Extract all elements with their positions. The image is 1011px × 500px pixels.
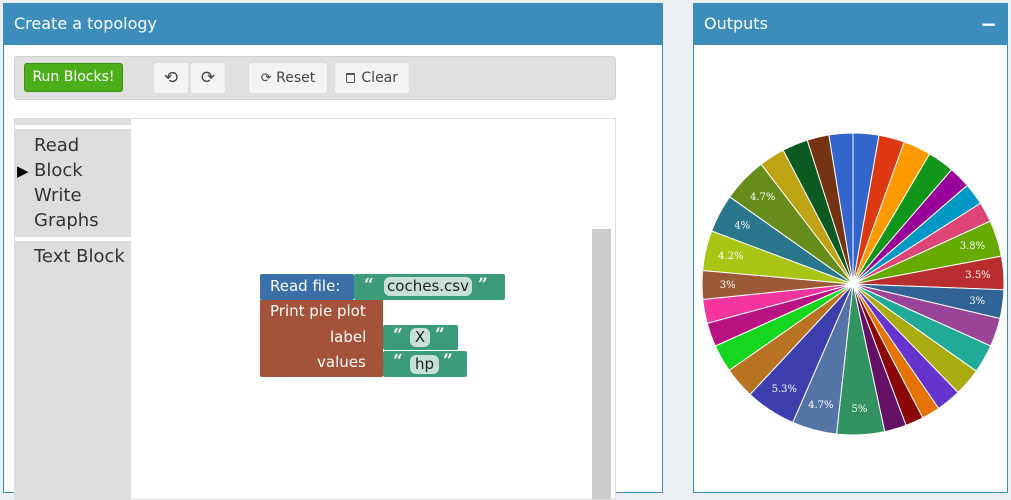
toolbox-item-graphs[interactable]: Graphs	[34, 210, 99, 231]
read-file-block[interactable]: Read file:	[260, 274, 354, 300]
values-value-field[interactable]: hp	[410, 355, 439, 374]
workspace-scrollbar[interactable]	[592, 229, 611, 499]
slice-label: 5%	[851, 404, 867, 415]
read-file-label: Read file:	[270, 277, 341, 295]
collapse-button[interactable]: −	[980, 4, 997, 44]
toolbox-divider	[15, 237, 131, 241]
open-quote-icon: “	[393, 325, 403, 345]
toolbox-item-read[interactable]: Read	[34, 135, 79, 156]
outputs-panel: Outputs − 3.8% 3.5% 3% 5% 4.7% 5.3% 3% 4.2% 4% 4.…	[693, 3, 1008, 493]
blocks-toolbar: Run Blocks! ⟲ ⟳ ⟳ Reset Clear	[14, 56, 616, 100]
reset-label: Reset	[276, 70, 316, 86]
reset-button[interactable]: ⟳ Reset	[248, 62, 328, 94]
undo-icon: ⟲	[163, 68, 179, 88]
refresh-icon: ⟳	[260, 71, 272, 86]
undo-button[interactable]: ⟲	[153, 62, 189, 94]
panel-title: Create a topology	[14, 14, 158, 33]
slice-label: 4.2%	[718, 251, 743, 262]
print-pie-plot-block[interactable]: Print pie plot label values	[260, 300, 383, 377]
trash-icon	[345, 73, 355, 83]
label-input-name: label	[330, 328, 367, 346]
values-string-block[interactable]: “ hp ”	[383, 351, 467, 377]
topology-panel-header: Create a topology	[4, 4, 662, 45]
blockly-workspace[interactable]: Read ▶ Block Write Graphs Text Block Rea…	[14, 118, 616, 500]
toolbox: Read ▶ Block Write Graphs Text Block	[15, 119, 131, 499]
outputs-panel-header: Outputs −	[694, 4, 1007, 45]
toolbox-item-text-block[interactable]: Text Block	[34, 246, 125, 267]
panel-title: Outputs	[704, 14, 768, 33]
clear-label: Clear	[361, 70, 399, 86]
slice-label: 3%	[969, 296, 985, 307]
redo-icon: ⟳	[200, 68, 216, 88]
slice-label: 4%	[734, 220, 750, 231]
values-input-name: values	[317, 353, 366, 371]
slice-label: 4.7%	[750, 192, 775, 203]
run-blocks-button[interactable]: Run Blocks!	[24, 63, 123, 92]
slice-label: 3.8%	[960, 241, 985, 252]
close-quote-icon: ”	[478, 275, 488, 295]
label-string-block[interactable]: “ X ”	[383, 325, 458, 350]
filename-field[interactable]: coches.csv	[384, 277, 472, 296]
toolbox-item-write[interactable]: Write	[34, 185, 82, 206]
label-value-field[interactable]: X	[410, 328, 430, 347]
slice-label: 3%	[720, 280, 736, 291]
toolbox-divider	[15, 125, 131, 129]
pie-plot-title: Print pie plot	[270, 302, 366, 320]
slice-label: 4.7%	[808, 400, 833, 411]
open-quote-icon: “	[393, 351, 403, 371]
slice-label: 3.5%	[965, 270, 990, 281]
expand-arrow-icon: ▶	[17, 162, 29, 180]
redo-button[interactable]: ⟳	[190, 62, 226, 94]
filename-string-block[interactable]: “ coches.csv ”	[354, 274, 505, 300]
toolbox-item-block[interactable]: Block	[34, 160, 83, 181]
close-quote-icon: ”	[435, 325, 445, 345]
open-quote-icon: “	[364, 275, 374, 295]
pie-chart: 3.8% 3.5% 3% 5% 4.7% 5.3% 3% 4.2% 4% 4.7%	[701, 132, 1005, 436]
slice-label: 5.3%	[772, 384, 797, 395]
clear-button[interactable]: Clear	[334, 62, 410, 94]
topology-panel: Create a topology Run Blocks! ⟲ ⟳ ⟳ Rese…	[3, 3, 663, 500]
close-quote-icon: ”	[443, 351, 453, 371]
